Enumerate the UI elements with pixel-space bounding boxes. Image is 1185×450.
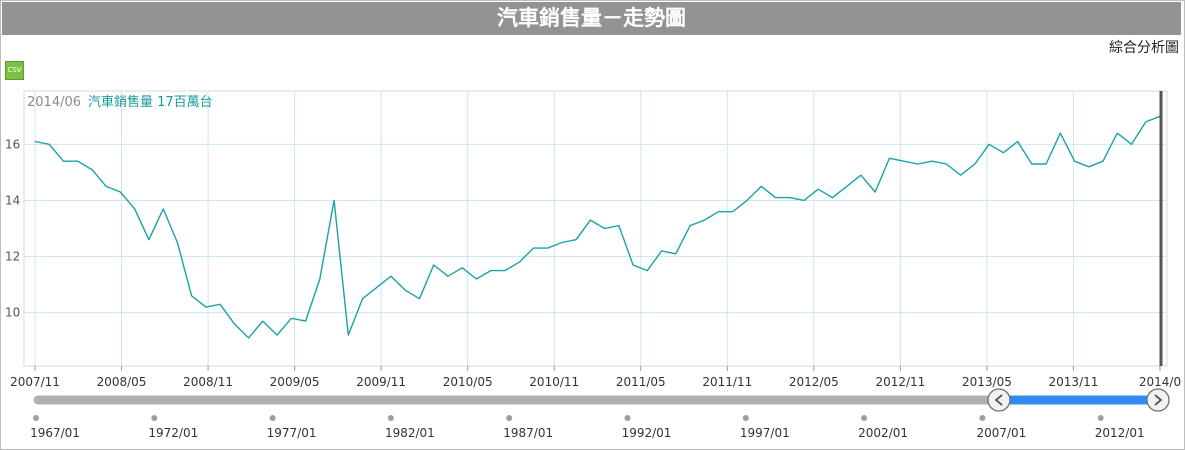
range-dot bbox=[742, 415, 749, 421]
y-tick-label: 12 bbox=[5, 250, 20, 264]
x-tick-label: 2013/05 bbox=[962, 375, 1012, 389]
range-label: 1977/01 bbox=[267, 426, 317, 440]
x-tick-label: 2009/11 bbox=[356, 375, 406, 389]
range-dot bbox=[269, 415, 276, 421]
x-tick-label: 2011/11 bbox=[702, 375, 752, 389]
x-tick-label: 2008/11 bbox=[183, 375, 233, 389]
range-handle-left[interactable] bbox=[987, 388, 1011, 412]
legend-date: 2014/06 bbox=[27, 95, 81, 110]
x-tick-label: 2010/11 bbox=[529, 375, 579, 389]
range-dot bbox=[1097, 415, 1104, 421]
range-dot bbox=[979, 415, 986, 421]
x-tick-label: 2009/05 bbox=[270, 375, 320, 389]
x-tick-label: 2010/05 bbox=[443, 375, 493, 389]
y-tick-label: 14 bbox=[5, 193, 20, 207]
plot-area bbox=[23, 90, 1168, 367]
y-tick-label: 10 bbox=[5, 306, 20, 320]
x-tick-label: 2012/05 bbox=[789, 375, 839, 389]
legend-series: 汽車銷售量 17百萬台 bbox=[88, 94, 213, 110]
line-chart: 10 12 14 16 2007/11 2008/05 2008/11 2009/05 2009… bbox=[5, 90, 1181, 440]
range-dot bbox=[506, 415, 513, 421]
range-label: 1982/01 bbox=[385, 426, 435, 440]
x-tick-label: 2014/0 bbox=[1139, 375, 1181, 389]
range-dot bbox=[151, 415, 158, 421]
range-label: 2012/01 bbox=[1095, 426, 1145, 440]
range-dot bbox=[387, 415, 394, 421]
range-label: 2002/01 bbox=[858, 426, 908, 440]
range-label: 1967/01 bbox=[30, 426, 80, 440]
range-dot bbox=[624, 415, 631, 421]
x-tick-label: 2008/05 bbox=[97, 375, 147, 389]
range-label: 1972/01 bbox=[148, 426, 198, 440]
x-tick-label: 2012/11 bbox=[875, 375, 925, 389]
x-tick-label: 2011/05 bbox=[616, 375, 666, 389]
range-dot bbox=[861, 415, 868, 421]
range-label: 2007/01 bbox=[976, 426, 1026, 440]
x-tick-label: 2007/11 bbox=[10, 375, 60, 389]
y-tick-label: 16 bbox=[5, 137, 20, 151]
range-label: 1987/01 bbox=[503, 426, 553, 440]
range-handle-right[interactable] bbox=[1146, 388, 1170, 412]
range-label: 1992/01 bbox=[622, 426, 672, 440]
range-label: 1997/01 bbox=[740, 426, 790, 440]
x-tick-label: 2013/11 bbox=[1049, 375, 1099, 389]
range-dot bbox=[33, 415, 39, 421]
